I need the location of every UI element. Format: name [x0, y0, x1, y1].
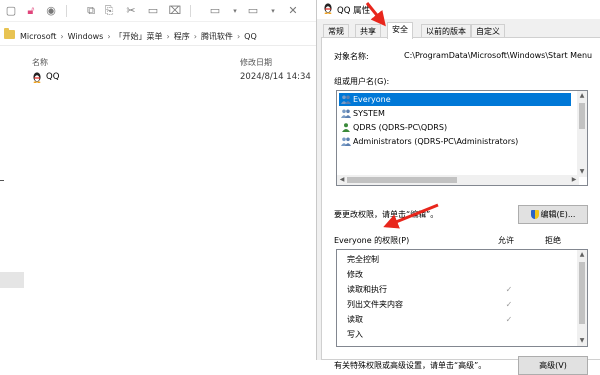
breadcrumb-item[interactable]: Windows — [68, 32, 104, 41]
file-explorer-window: ▢ 🔓︎ ◉ ⧉ ⎘ ✂ ▭ ⌧ ▭ ▾ ▭ ▾ ✕ Microsoft › Win… — [0, 0, 316, 360]
group-users-label: 组或用户名(G): — [334, 77, 390, 86]
permissions-list: 完全控制 修改 读取和执行 ✓ 列出文件夹内容 ✓ 读取 ✓ 写入 ▲ ▼ — [336, 249, 588, 347]
address-bar[interactable]: Microsoft › Windows › 「开始」菜单 › 程序 › 腾讯软件 › QQ — [0, 26, 316, 46]
breadcrumb-item[interactable]: 「开始」菜单 — [115, 32, 163, 41]
permission-name: 完全控制 — [347, 255, 379, 264]
user-group-icon — [341, 95, 351, 104]
cut-icon[interactable]: ✂ — [124, 4, 138, 18]
dropdown-icon[interactable]: ▾ — [266, 4, 280, 18]
move-to-folder-icon[interactable]: ▭ — [208, 4, 222, 18]
scroll-up-icon[interactable]: ▲ — [577, 91, 587, 101]
rename-icon[interactable]: ⌧ — [168, 4, 182, 18]
delete-icon[interactable]: ✕ — [286, 4, 300, 18]
copy-path-icon[interactable]: ⎘ — [102, 4, 116, 18]
permission-name: 读取和执行 — [347, 285, 387, 294]
scroll-up-icon[interactable]: ▲ — [577, 250, 587, 260]
object-name-value: C:\ProgramData\Microsoft\Windows\Start M… — [404, 51, 593, 60]
change-permissions-hint: 要更改权限，请单击“编辑”。 — [334, 210, 439, 219]
file-modified-date: 2024/8/14 14:34 — [240, 72, 311, 82]
users-list[interactable]: Everyone SYSTEM QDRS (QDRS-PC\QDRS) Admi… — [336, 90, 588, 186]
lock-icon[interactable]: 🔓︎ — [24, 4, 38, 18]
user-name: QDRS (QDRS-PC\QDRS) — [353, 123, 448, 132]
permissions-vertical-scrollbar[interactable]: ▲ ▼ — [577, 250, 587, 346]
scroll-down-icon[interactable]: ▼ — [577, 336, 587, 346]
permission-row: 读取 ✓ — [337, 312, 577, 327]
user-name: Administrators (QDRS-PC\Administrators) — [353, 137, 519, 146]
users-horizontal-scrollbar[interactable]: ◀ ▶ — [337, 175, 579, 185]
tab-security[interactable]: 安全 — [387, 22, 413, 39]
user-row-qdrs[interactable]: QDRS (QDRS-PC\QDRS) — [339, 121, 571, 134]
copy-to-folder-icon[interactable]: ▭ — [246, 4, 260, 18]
edit-button[interactable]: 编辑(E)... — [518, 205, 588, 224]
permission-row: 修改 — [337, 267, 577, 282]
uac-shield-icon — [530, 210, 539, 219]
file-row[interactable]: QQ 2024/8/14 14:34 — [32, 71, 316, 85]
tab-previous-versions[interactable]: 以前的版本 — [421, 24, 471, 38]
advanced-button[interactable]: 高级(V) — [518, 356, 588, 375]
permission-name: 修改 — [347, 270, 363, 279]
user-row-administrators[interactable]: Administrators (QDRS-PC\Administrators) — [339, 135, 571, 148]
permission-name: 写入 — [347, 330, 363, 339]
permission-name: 读取 — [347, 315, 363, 324]
permission-row: 列出文件夹内容 ✓ — [337, 297, 577, 312]
breadcrumb-item[interactable]: 腾讯软件 — [201, 32, 233, 41]
permission-row: 读取和执行 ✓ — [337, 282, 577, 297]
permission-row: 完全控制 — [337, 252, 577, 267]
edit-button-label: 编辑(E)... — [540, 210, 576, 219]
user-row-everyone[interactable]: Everyone — [339, 93, 571, 106]
breadcrumb: Microsoft › Windows › 「开始」菜单 › 程序 › 腾讯软件 › QQ — [20, 32, 257, 41]
allow-check-icon: ✓ — [505, 315, 513, 324]
breadcrumb-item[interactable]: QQ — [244, 32, 257, 41]
folder-icon — [4, 28, 15, 39]
tab-sharing[interactable]: 共享 — [355, 24, 381, 38]
advanced-hint: 有关特殊权限或高级设置，请单击“高级”。 — [334, 361, 487, 370]
object-name-label: 对象名称: — [334, 52, 369, 61]
allow-check-icon: ✓ — [505, 300, 513, 309]
user-name: Everyone — [353, 95, 391, 104]
security-panel: 对象名称: C:\ProgramData\Microsoft\Windows\S… — [321, 37, 600, 375]
permission-name: 列出文件夹内容 — [347, 300, 403, 309]
nav-pane-selected-item[interactable] — [0, 272, 24, 288]
qq-penguin-icon — [33, 72, 41, 83]
user-row-system[interactable]: SYSTEM — [339, 107, 571, 120]
nav-pane-edge — [0, 180, 4, 181]
permissions-allow-header: 允许 — [498, 236, 514, 245]
tab-general[interactable]: 常规 — [323, 24, 349, 38]
scroll-left-icon[interactable]: ◀ — [337, 175, 347, 185]
dropdown-icon[interactable]: ▾ — [228, 4, 242, 18]
tab-customize[interactable]: 自定义 — [471, 24, 505, 38]
breadcrumb-item[interactable]: 程序 — [174, 32, 190, 41]
view-eye-icon[interactable]: ◉ — [44, 4, 58, 18]
user-icon — [342, 123, 350, 132]
scroll-right-icon[interactable]: ▶ — [569, 175, 579, 185]
user-group-icon — [341, 109, 351, 118]
qq-penguin-icon — [324, 3, 332, 14]
permission-row: 写入 — [337, 327, 577, 342]
breadcrumb-item[interactable]: Microsoft — [20, 32, 56, 41]
permissions-header: Everyone 的权限(P) — [334, 236, 410, 245]
user-group-icon — [341, 137, 351, 146]
users-vertical-scrollbar[interactable]: ▲ ▼ — [577, 91, 587, 177]
scroll-thumb[interactable] — [579, 103, 585, 129]
explorer-toolbar: ▢ 🔓︎ ◉ ⧉ ⎘ ✂ ▭ ⌧ ▭ ▾ ▭ ▾ ✕ — [0, 0, 316, 22]
column-header-modified[interactable]: 修改日期 — [240, 57, 272, 68]
dialog-title-bar[interactable]: QQ 属性 — [317, 0, 600, 19]
scroll-thumb[interactable] — [347, 177, 457, 183]
paste-icon[interactable]: ▭ — [146, 4, 160, 18]
tab-strip: 常规 共享 安全 以前的版本 自定义 — [317, 22, 600, 39]
permissions-deny-header: 拒绝 — [545, 236, 561, 245]
properties-dialog: QQ 属性 常规 共享 安全 以前的版本 自定义 对象名称: C:\Progra… — [316, 0, 600, 375]
new-folder-icon[interactable]: ▢ — [4, 4, 18, 18]
copy-icon[interactable]: ⧉ — [84, 4, 98, 18]
dialog-title: QQ 属性 — [337, 6, 371, 16]
scroll-thumb[interactable] — [579, 262, 585, 324]
user-name: SYSTEM — [353, 109, 385, 118]
file-name: QQ — [46, 72, 60, 82]
column-header-name[interactable]: 名称 — [32, 57, 48, 68]
allow-check-icon: ✓ — [505, 285, 513, 294]
